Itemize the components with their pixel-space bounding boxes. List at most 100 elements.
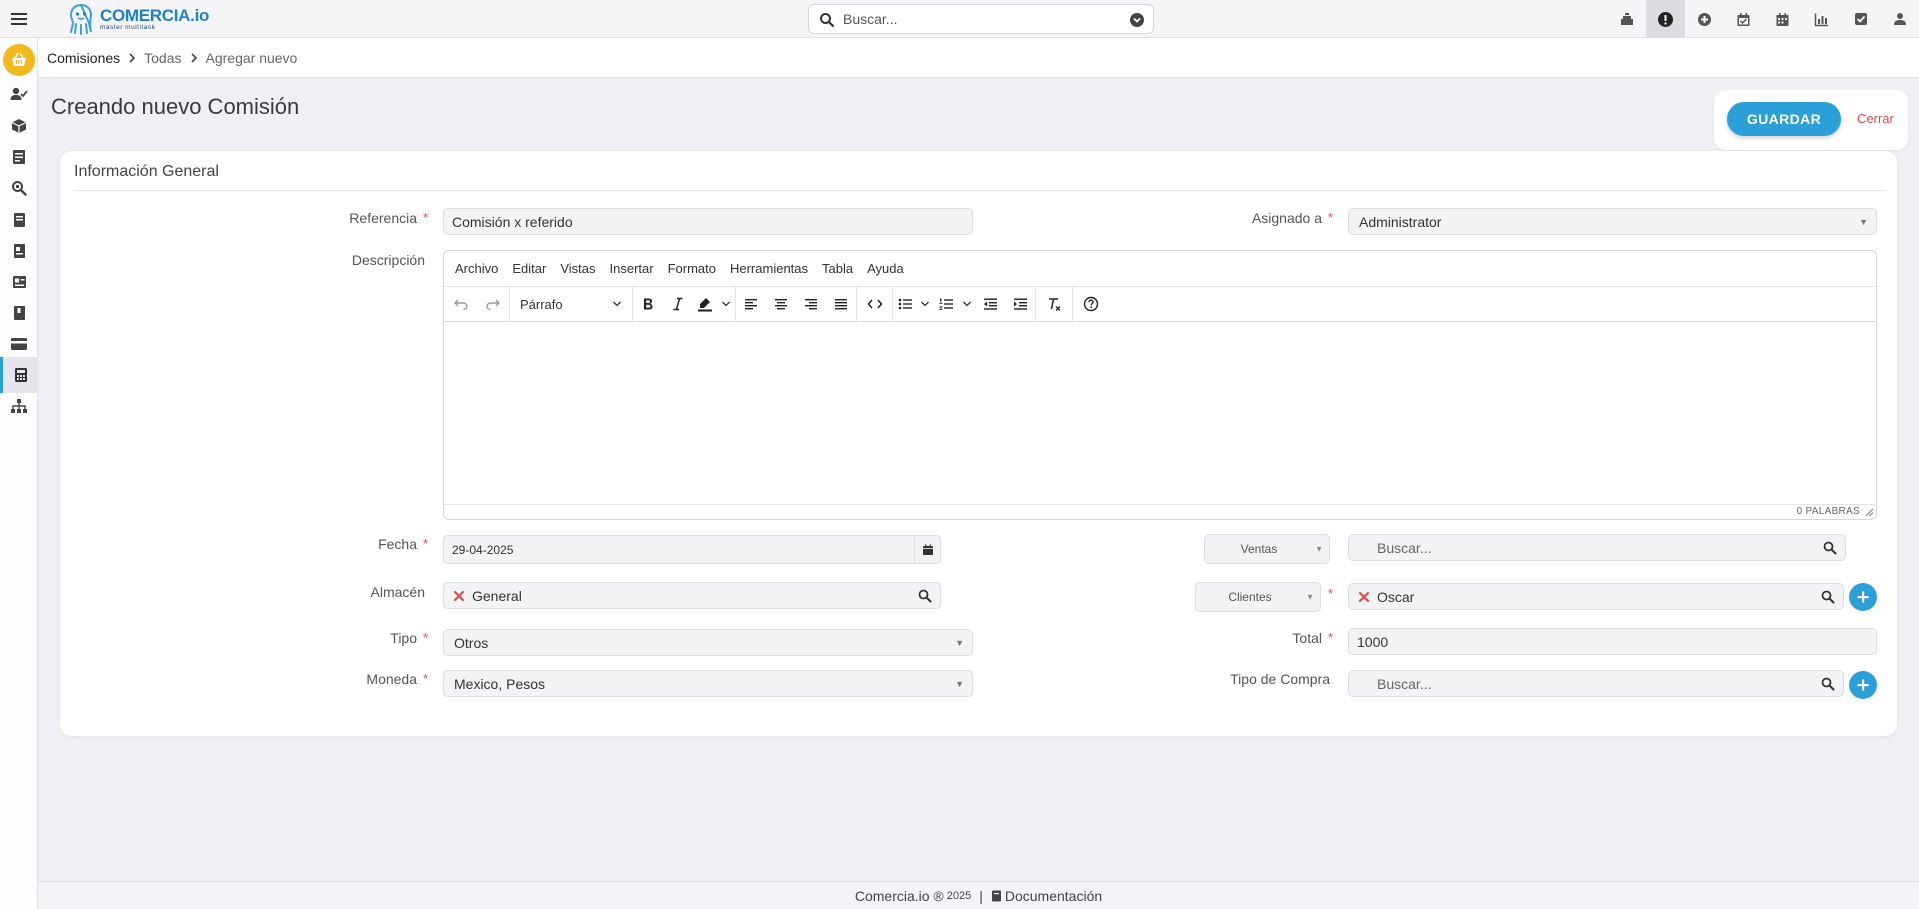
brand-logo[interactable]: COMERCIA.io master multitask [66, 1, 209, 37]
moneda-label: Moneda [366, 671, 417, 687]
align-left-icon[interactable] [736, 287, 766, 322]
global-search-input[interactable] [843, 10, 1113, 28]
alert-icon[interactable] [1646, 0, 1685, 38]
add-purchase-type-button[interactable] [1849, 671, 1877, 699]
editor-menu-editar[interactable]: Editar [512, 261, 546, 276]
italic-icon[interactable] [663, 287, 693, 322]
required-marker: * [1328, 630, 1334, 645]
tipo-compra-label: Tipo de Compra [1230, 671, 1330, 687]
redo-icon[interactable] [477, 287, 509, 322]
tipo-value: Otros [454, 634, 489, 651]
chevron-down-icon: ▼ [1315, 544, 1323, 554]
moneda-select[interactable]: Mexico, Pesos ▼ [443, 670, 973, 697]
block-format-value: Párrafo [520, 296, 563, 312]
sidebar-home-button[interactable] [3, 44, 35, 76]
calendar-check-icon[interactable] [1724, 0, 1763, 38]
editor-menu-tabla[interactable]: Tabla [822, 261, 853, 276]
bar-chart-icon[interactable] [1802, 0, 1841, 38]
chevron-down-circle-icon[interactable] [1129, 12, 1145, 28]
editor-content-area[interactable] [444, 322, 1876, 506]
breadcrumb-all[interactable]: Todas [144, 50, 181, 66]
ventas-type-select[interactable]: Ventas ▼ [1204, 534, 1330, 564]
editor-menu-formato[interactable]: Formato [668, 261, 716, 276]
chevron-down-icon[interactable] [917, 287, 933, 322]
fecha-date-field[interactable]: 29-04-2025 [443, 535, 941, 564]
almacen-value: General [472, 587, 522, 604]
referencia-value: Comisión x referido [452, 213, 573, 230]
resize-handle-icon[interactable] [1864, 507, 1874, 517]
cash-register-icon[interactable] [1607, 0, 1646, 38]
chevron-down-icon: ▼ [1306, 592, 1314, 602]
chevron-down-icon[interactable] [959, 287, 975, 322]
indent-icon[interactable] [1005, 287, 1035, 322]
align-right-icon[interactable] [796, 287, 826, 322]
align-center-icon[interactable] [766, 287, 796, 322]
asignado-label: Asignado a [1251, 210, 1322, 226]
documentation-link[interactable]: Documentación [1005, 888, 1102, 904]
editor-menu-ayuda[interactable]: Ayuda [867, 261, 904, 276]
clientes-type-select[interactable]: Clientes ▼ [1195, 582, 1321, 612]
undo-icon[interactable] [444, 287, 477, 322]
editor-menu-archivo[interactable]: Archivo [455, 261, 498, 276]
search-icon[interactable] [1823, 541, 1837, 555]
receipt-icon [12, 276, 26, 288]
footer: Comercia.io ® 2025 | Documentación [38, 881, 1919, 909]
sitemap-icon [11, 399, 27, 413]
sidebar-item-organization[interactable] [0, 388, 38, 424]
search-icon [820, 13, 835, 28]
moneda-value: Mexico, Pesos [454, 675, 546, 692]
highlight-color-icon[interactable] [693, 287, 717, 322]
calendar-icon[interactable] [1763, 0, 1802, 38]
brand-suffix: .io [190, 5, 210, 25]
top-toolbar [1607, 0, 1919, 38]
clear-formatting-icon[interactable] [1036, 287, 1072, 322]
sidebar-item-search[interactable] [0, 170, 38, 206]
close-link[interactable]: Cerrar [1857, 111, 1894, 126]
bold-icon[interactable] [633, 287, 663, 322]
total-input[interactable]: 1000 [1348, 628, 1877, 655]
chevron-right-icon [190, 52, 197, 63]
tipo-select[interactable]: Otros ▼ [443, 629, 973, 656]
almacen-field[interactable]: General [443, 582, 941, 609]
chevron-down-icon[interactable] [717, 287, 735, 322]
remove-x-icon[interactable] [453, 590, 465, 602]
user-icon[interactable] [1880, 0, 1919, 38]
plus-icon [1857, 591, 1869, 603]
source-code-icon[interactable] [857, 287, 892, 322]
brand-text: COMERCIA.io master multitask [100, 7, 209, 32]
add-client-button[interactable] [1849, 583, 1877, 611]
calculator-icon [14, 368, 27, 382]
referencia-field[interactable]: Comisión x referido [443, 208, 973, 235]
align-justify-icon[interactable] [826, 287, 856, 322]
calendar-icon[interactable] [914, 536, 940, 563]
search-icon[interactable] [918, 589, 932, 603]
bullet-list-icon[interactable] [893, 287, 917, 322]
remove-x-icon[interactable] [1358, 591, 1370, 603]
chevron-right-icon [129, 52, 136, 63]
help-icon[interactable] [1073, 287, 1109, 322]
section-divider [74, 190, 1886, 191]
magnifier-icon [12, 181, 27, 196]
checkbox-icon[interactable] [1841, 0, 1880, 38]
search-icon[interactable] [1821, 590, 1835, 604]
ventas-search-field[interactable]: Buscar... [1348, 534, 1846, 561]
sidebar-item-users[interactable] [0, 76, 38, 112]
breadcrumb-current: Agregar nuevo [205, 49, 298, 66]
editor-menu-herramientas[interactable]: Herramientas [730, 261, 808, 276]
clientes-field[interactable]: Oscar [1348, 583, 1844, 610]
block-format-select[interactable]: Párrafo [510, 287, 632, 322]
asignado-select[interactable]: Administrator ▼ [1348, 208, 1877, 235]
add-circle-icon[interactable] [1685, 0, 1724, 38]
outdent-icon[interactable] [975, 287, 1005, 322]
editor-menu-vistas[interactable]: Vistas [560, 261, 595, 276]
search-icon[interactable] [1821, 677, 1835, 691]
breadcrumb-root[interactable]: Comisiones [47, 50, 120, 66]
save-button[interactable]: GUARDAR [1727, 102, 1841, 136]
numbered-list-icon[interactable] [933, 287, 959, 322]
invoice-icon [14, 244, 25, 258]
tipo-compra-placeholder: Buscar... [1377, 675, 1432, 692]
hamburger-menu-icon[interactable] [8, 8, 30, 30]
tipo-compra-field[interactable]: Buscar... [1348, 670, 1844, 697]
section-title: Información General [74, 163, 219, 180]
editor-menu-insertar[interactable]: Insertar [610, 261, 654, 276]
